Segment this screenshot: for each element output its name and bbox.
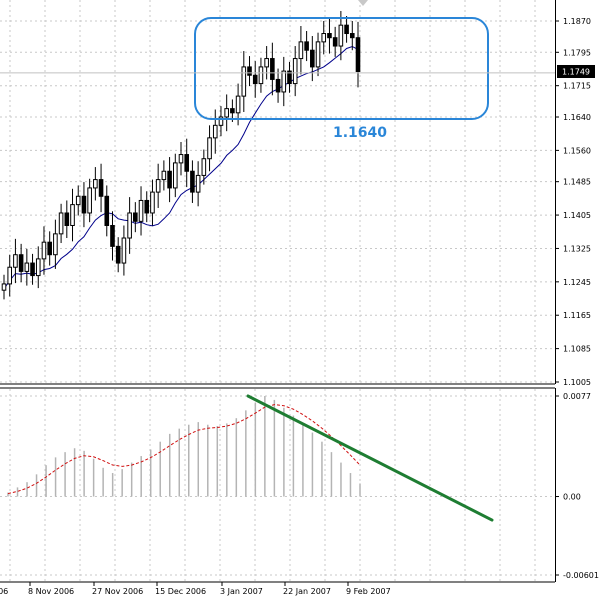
candle-body [298, 41, 304, 60]
candle-body [115, 245, 121, 264]
candle-body [58, 212, 64, 235]
candle-body [338, 24, 344, 47]
candle-body [264, 58, 269, 68]
candle-body [270, 58, 275, 80]
candle-body [178, 154, 184, 164]
price-tick-label: 1.1085 [563, 345, 591, 354]
candle-body [172, 162, 178, 189]
candle-body [41, 241, 47, 260]
candle-body [292, 58, 298, 85]
candle-body [144, 199, 150, 214]
candle-body [252, 74, 258, 85]
candle-body [53, 233, 58, 256]
candle-body [275, 78, 281, 93]
date-tick-label: 27 Nov 2006 [92, 587, 143, 596]
candle-body [167, 170, 172, 189]
candle-body [87, 187, 92, 214]
candle-body [344, 24, 349, 35]
candle-body [281, 70, 287, 93]
date-tick-label: 006 [0, 587, 8, 596]
price-tick-label: 1.1245 [563, 278, 591, 287]
candle-body [64, 212, 70, 226]
candle-body [321, 33, 327, 43]
price-tick-label: 1.1165 [563, 311, 591, 320]
annotation-label: 1.1640 [333, 125, 387, 141]
candle-body [47, 241, 52, 256]
candle-body [241, 66, 247, 97]
candle-body [230, 108, 235, 114]
price-tick-label: 1.1640 [563, 113, 591, 122]
candle-body [98, 179, 104, 197]
candle-body [355, 37, 361, 72]
candle-body [104, 195, 110, 226]
candle-body [150, 191, 155, 214]
candle-body [7, 266, 13, 285]
candle-body [235, 95, 241, 114]
candle-body [310, 49, 315, 68]
candle-body [13, 254, 18, 268]
candle-body [70, 204, 75, 226]
candle-body [133, 212, 138, 222]
price-tick-label: 1.1715 [563, 82, 591, 91]
price-tick-label: 1.1485 [563, 178, 591, 187]
candle-body [161, 170, 167, 181]
date-tick-label: 9 Feb 2007 [346, 587, 391, 596]
candle-body [75, 195, 81, 206]
price-tick-label: 1.1560 [563, 146, 591, 155]
candle-body [81, 195, 87, 214]
candle-body [184, 154, 190, 172]
candle-body [127, 212, 132, 239]
candle-body [304, 41, 309, 51]
candle-body [138, 199, 144, 222]
price-tick-label: 1.1870 [563, 17, 591, 26]
candle-body [195, 174, 201, 193]
candle-body [247, 66, 252, 76]
forex-chart: 1.1640 1.1870 1.1795 1.1715 1.1640 1.1560 1.1… [0, 0, 600, 601]
candle-body [35, 258, 41, 277]
price-tick-label: 1.1325 [563, 244, 591, 253]
candle-body [207, 137, 212, 160]
candle-body [224, 108, 229, 118]
date-tick-label: 8 Nov 2006 [28, 587, 74, 596]
price-tick-label: 1.1005 [563, 378, 591, 387]
candle-body [212, 124, 218, 139]
current-price-label: 1.1749 [562, 67, 590, 76]
macd-tick-label: 0.0077 [563, 392, 591, 401]
candle-body [24, 262, 30, 272]
candle-body [349, 33, 355, 39]
chart-canvas: 1.1640 1.1870 1.1795 1.1715 1.1640 1.1560 1.1… [0, 0, 600, 601]
candle-body [1, 283, 7, 291]
macd-tick-label: 0.00 [563, 493, 581, 502]
price-tick-label: 1.1405 [563, 211, 591, 220]
candle-body [93, 179, 98, 189]
candle-body [327, 33, 332, 39]
macd-tick-label: -0.00601 [563, 571, 599, 580]
candle-body [315, 41, 321, 68]
date-tick-label: 15 Dec 2006 [155, 587, 206, 596]
date-tick-label: 3 Jan 2007 [220, 587, 263, 596]
date-tick-label: 22 Jan 2007 [283, 587, 331, 596]
candle-body [258, 66, 264, 85]
candle-body [201, 158, 207, 176]
candle-body [121, 237, 127, 264]
candle-body [155, 179, 161, 193]
chart-background [0, 0, 600, 601]
candle-body [18, 254, 24, 272]
candle-body [30, 262, 35, 277]
candle-body [332, 37, 338, 47]
candle-body [110, 224, 115, 247]
price-tick-label: 1.1795 [563, 48, 591, 57]
candle-body [190, 170, 195, 193]
